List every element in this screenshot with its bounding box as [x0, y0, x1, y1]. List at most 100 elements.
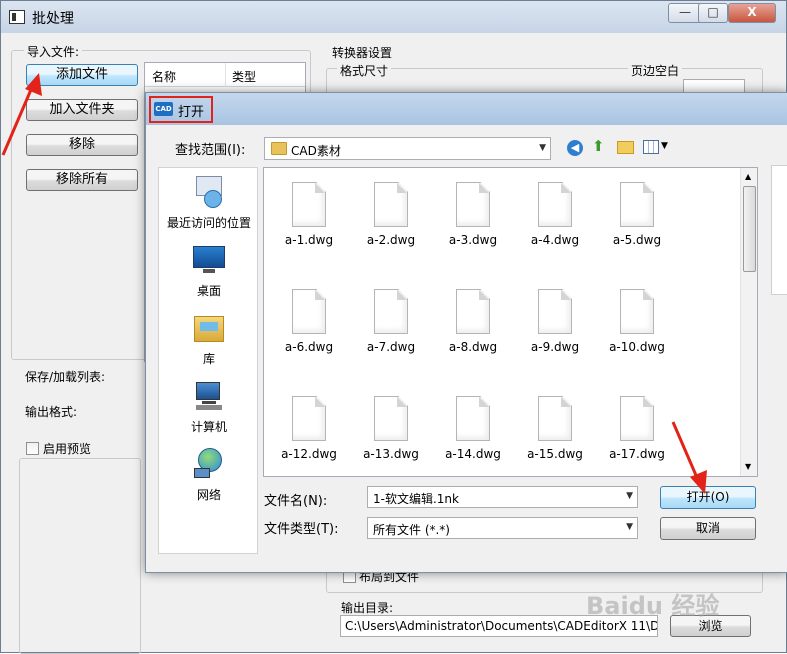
- filename-label: 文件名(N):: [264, 494, 328, 509]
- dwg-file-icon: [620, 396, 654, 441]
- watermark: Baidu 经验: [586, 592, 720, 620]
- file-item[interactable]: a-17.dwg: [600, 396, 674, 486]
- dwg-file-icon: [538, 396, 572, 441]
- places-bar: 最近访问的位置 桌面 库 计算机 网络: [158, 167, 258, 554]
- file-item[interactable]: a-5.dwg: [600, 182, 674, 272]
- dwg-file-icon: [538, 289, 572, 334]
- computer-icon: [192, 378, 226, 412]
- file-item[interactable]: a-1.dwg: [272, 182, 346, 272]
- desktop-icon: [192, 242, 226, 276]
- place-recent-label: 最近访问的位置: [166, 216, 251, 230]
- place-network[interactable]: 网络: [159, 446, 259, 503]
- file-item[interactable]: a-13.dwg: [354, 396, 428, 486]
- file-item[interactable]: a-10.dwg: [600, 289, 674, 379]
- up-folder-icon[interactable]: ⬆: [592, 137, 608, 155]
- dwg-file-icon: [292, 182, 326, 227]
- file-item[interactable]: a-6.dwg: [272, 289, 346, 379]
- dwg-file-icon: [456, 182, 490, 227]
- dwg-file-icon: [456, 289, 490, 334]
- main-titlebar: 批处理 — □ X: [1, 1, 786, 33]
- cancel-button[interactable]: 取消: [660, 517, 756, 540]
- filename-chevron-icon[interactable]: ▼: [626, 491, 633, 501]
- converter-settings-title: 转换器设置: [332, 46, 393, 60]
- place-desktop[interactable]: 桌面: [159, 242, 259, 299]
- file-item[interactable]: a-15.dwg: [518, 396, 592, 486]
- dwg-file-icon: [620, 289, 654, 334]
- scroll-up-icon[interactable]: ▲: [745, 172, 751, 181]
- file-item[interactable]: a-4.dwg: [518, 182, 592, 272]
- filetype-label: 文件类型(T):: [264, 522, 339, 537]
- look-in-combo[interactable]: CAD素材 ▼: [264, 137, 551, 160]
- file-item-label: a-1.dwg: [284, 233, 334, 247]
- column-header-name[interactable]: 名称: [152, 68, 176, 85]
- app-icon: [9, 10, 25, 24]
- maximize-button[interactable]: □: [698, 3, 728, 23]
- back-icon[interactable]: ◀: [567, 140, 583, 156]
- annotation-arrow-open: [671, 421, 707, 494]
- close-button[interactable]: X: [728, 3, 776, 23]
- dwg-file-icon: [456, 396, 490, 441]
- file-item-label: a-13.dwg: [363, 447, 419, 461]
- scroll-thumb[interactable]: [743, 186, 756, 272]
- file-item-label: a-12.dwg: [281, 447, 337, 461]
- file-item[interactable]: a-2.dwg: [354, 182, 428, 272]
- dwg-file-icon: [620, 182, 654, 227]
- file-item[interactable]: a-14.dwg: [436, 396, 510, 486]
- preview-panel: [19, 458, 141, 654]
- filetype-combo[interactable]: 所有文件 (*.*) ▼: [367, 517, 638, 539]
- file-item-label: a-6.dwg: [284, 340, 334, 354]
- file-item[interactable]: a-3.dwg: [436, 182, 510, 272]
- file-item-label: a-10.dwg: [609, 340, 665, 354]
- file-list-header: 名称 类型: [145, 63, 305, 87]
- place-network-label: 网络: [196, 488, 221, 502]
- scroll-down-icon[interactable]: ▼: [745, 462, 751, 471]
- place-library-label: 库: [202, 352, 215, 366]
- output-dir-label: 输出目录:: [341, 601, 394, 615]
- place-computer[interactable]: 计算机: [159, 378, 259, 435]
- margin-title: 页边空白: [628, 62, 683, 79]
- file-item[interactable]: a-12.dwg: [272, 396, 346, 486]
- dialog-title: 打开: [178, 105, 205, 120]
- dwg-file-icon: [292, 289, 326, 334]
- file-item[interactable]: a-9.dwg: [518, 289, 592, 379]
- place-library[interactable]: 库: [159, 310, 259, 367]
- file-item-label: a-5.dwg: [612, 233, 662, 247]
- look-in-value: CAD素材: [291, 144, 341, 158]
- new-folder-icon[interactable]: [617, 141, 634, 154]
- file-item-label: a-3.dwg: [448, 233, 498, 247]
- chevron-down-icon: ▼: [539, 143, 546, 153]
- file-item[interactable]: a-7.dwg: [354, 289, 428, 379]
- dwg-file-icon: [292, 396, 326, 441]
- minimize-button[interactable]: —: [668, 3, 702, 23]
- network-icon: [192, 446, 226, 480]
- dwg-file-icon: [538, 182, 572, 227]
- file-item-label: a-7.dwg: [366, 340, 416, 354]
- enable-preview-label: 启用预览: [43, 442, 92, 456]
- view-menu-icon[interactable]: [643, 140, 659, 154]
- open-dialog: CAD 打开 查找范围(I): CAD素材 ▼ ◀ ⬆ ▼ 最近访问的位置 桌面: [145, 92, 787, 573]
- file-item-label: a-14.dwg: [445, 447, 501, 461]
- save-load-list-label: 保存/加载列表:: [25, 370, 106, 384]
- recent-places-icon: [192, 174, 226, 208]
- file-item-label: a-15.dwg: [527, 447, 583, 461]
- dwg-file-icon: [374, 396, 408, 441]
- file-item-label: a-4.dwg: [530, 233, 580, 247]
- remove-all-button[interactable]: 移除所有: [26, 169, 138, 191]
- view-menu-chevron-icon[interactable]: ▼: [661, 141, 668, 151]
- place-recent[interactable]: 最近访问的位置: [159, 174, 259, 231]
- filetype-value: 所有文件 (*.*): [373, 523, 450, 537]
- place-desktop-label: 桌面: [196, 284, 221, 298]
- filetype-chevron-icon[interactable]: ▼: [626, 522, 633, 532]
- enable-preview-checkbox[interactable]: [26, 442, 39, 455]
- file-item[interactable]: a-8.dwg: [436, 289, 510, 379]
- column-divider: [225, 63, 226, 87]
- dialog-titlebar: CAD 打开: [146, 93, 787, 125]
- dialog-title-highlight: CAD 打开: [149, 96, 213, 123]
- vertical-scrollbar[interactable]: ▲ ▼: [740, 168, 757, 476]
- folder-icon: [271, 142, 287, 155]
- column-header-type[interactable]: 类型: [232, 68, 256, 85]
- dwg-file-icon: [374, 182, 408, 227]
- cad-icon: CAD: [154, 102, 173, 116]
- file-item-label: a-8.dwg: [448, 340, 498, 354]
- filename-combo[interactable]: 1-软文编辑.1nk ▼: [367, 486, 638, 508]
